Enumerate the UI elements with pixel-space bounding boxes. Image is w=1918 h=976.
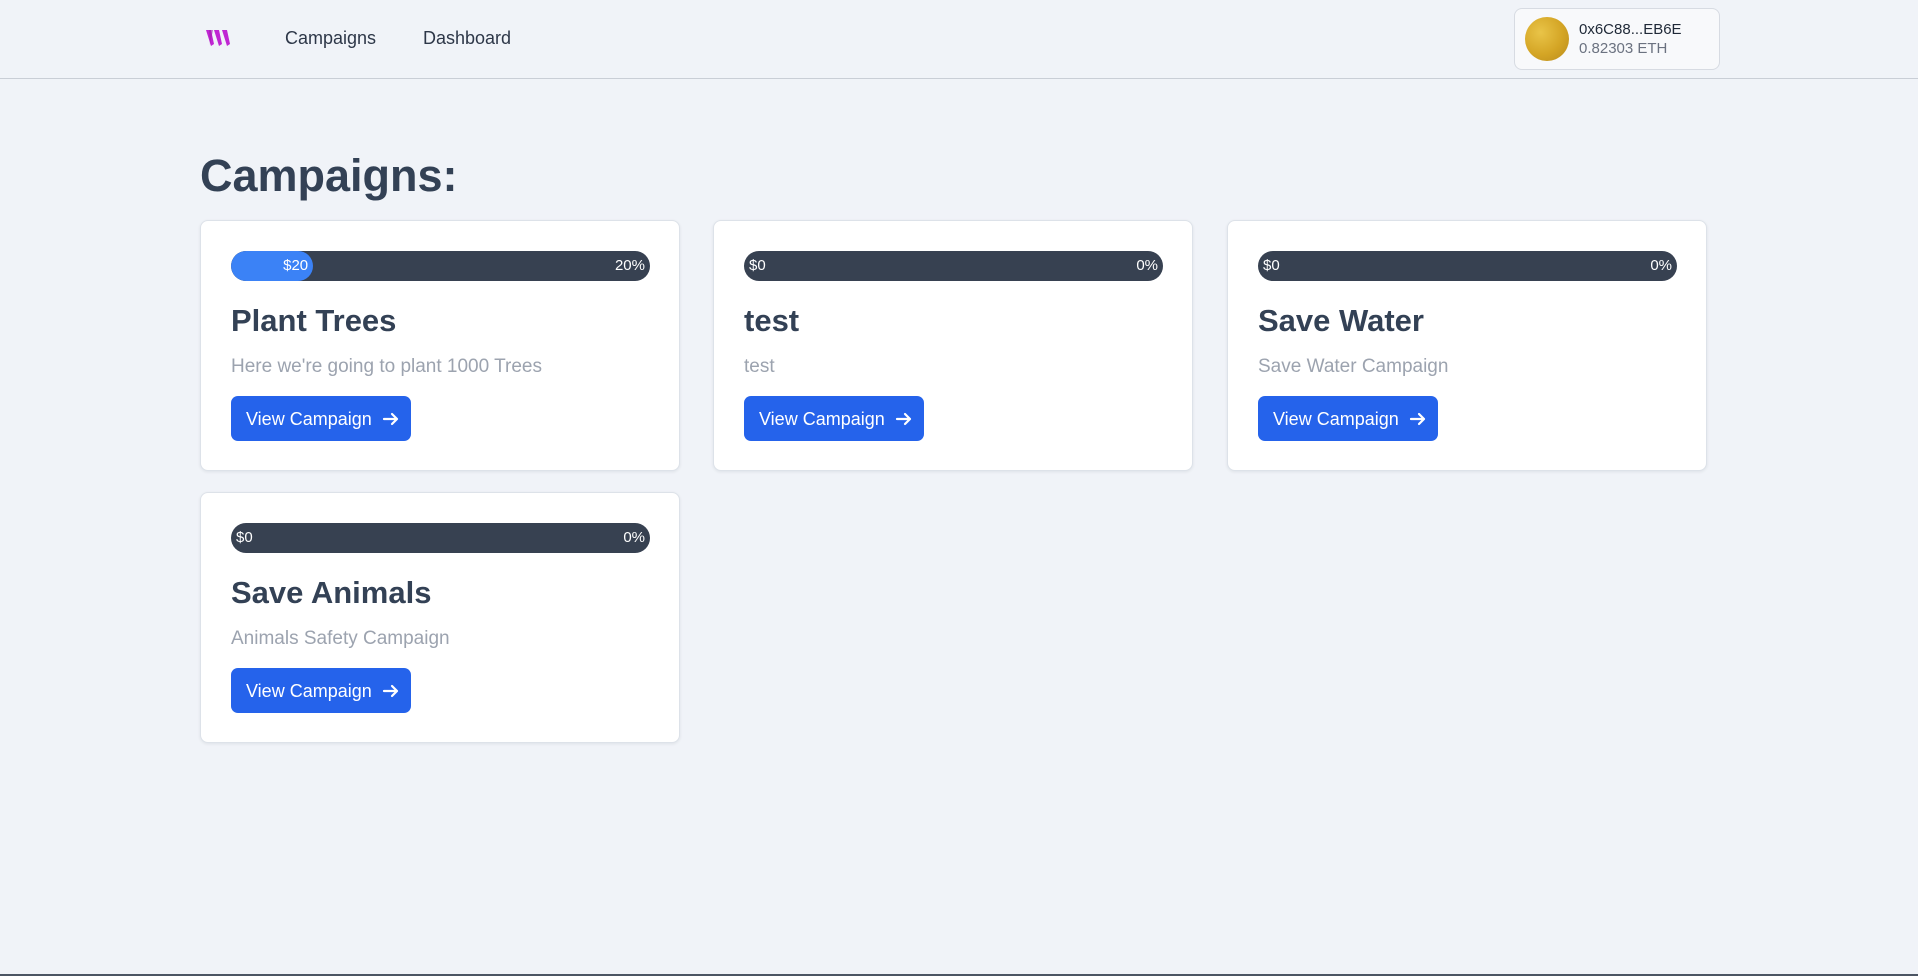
progress-bar: $0 0% xyxy=(1258,251,1677,281)
progress-amount: $0 xyxy=(1263,257,1280,274)
arrow-right-icon xyxy=(1409,411,1427,427)
campaign-title: Save Water xyxy=(1258,303,1424,338)
wallet-avatar xyxy=(1525,17,1569,61)
campaign-card: $20 20% Plant Trees Here we're going to … xyxy=(200,220,680,471)
view-campaign-label: View Campaign xyxy=(759,408,885,429)
arrow-right-icon xyxy=(382,683,400,699)
view-campaign-label: View Campaign xyxy=(246,680,372,701)
progress-amount: $0 xyxy=(749,257,766,274)
progress-percent: 20% xyxy=(614,257,645,274)
brand-logo-icon[interactable] xyxy=(204,26,236,50)
campaign-title: test xyxy=(744,303,800,338)
progress-amount: $0 xyxy=(236,529,253,546)
progress-bar: $20 20% xyxy=(231,251,650,281)
wallet-address: 0x6C88...EB6E xyxy=(1579,21,1682,38)
view-campaign-button[interactable]: View Campaign xyxy=(1258,396,1438,441)
progress-percent: 0% xyxy=(1650,257,1672,274)
arrow-right-icon xyxy=(895,411,913,427)
campaign-description: Save Water Campaign xyxy=(1258,356,1449,377)
progress-percent: 0% xyxy=(1136,257,1158,274)
campaign-card: $0 0% Save Water Save Water Campaign Vie… xyxy=(1227,220,1707,471)
view-campaign-label: View Campaign xyxy=(246,408,372,429)
navbar: Campaigns Dashboard 0x6C88...EB6E 0.8230… xyxy=(0,0,1918,79)
view-campaign-label: View Campaign xyxy=(1273,408,1399,429)
campaign-card: $0 0% test test View Campaign xyxy=(713,220,1193,471)
progress-percent: 0% xyxy=(623,529,645,546)
progress-bar: $0 0% xyxy=(744,251,1163,281)
campaign-card: $0 0% Save Animals Animals Safety Campai… xyxy=(200,492,680,743)
progress-amount: $20 xyxy=(283,257,309,274)
nav-link-dashboard[interactable]: Dashboard xyxy=(423,27,511,49)
nav-link-campaigns[interactable]: Campaigns xyxy=(285,27,376,49)
page-title: Campaigns: xyxy=(200,150,458,201)
view-campaign-button[interactable]: View Campaign xyxy=(231,396,411,441)
arrow-right-icon xyxy=(382,411,400,427)
wallet-balance: 0.82303 ETH xyxy=(1579,40,1668,57)
wallet-button[interactable]: 0x6C88...EB6E 0.82303 ETH xyxy=(1514,8,1720,70)
campaign-title: Save Animals xyxy=(231,575,432,610)
campaign-title: Plant Trees xyxy=(231,303,397,338)
view-campaign-button[interactable]: View Campaign xyxy=(744,396,924,441)
campaign-description: Here we're going to plant 1000 Trees xyxy=(231,356,542,377)
campaign-description: Animals Safety Campaign xyxy=(231,628,450,649)
view-campaign-button[interactable]: View Campaign xyxy=(231,668,411,713)
campaign-description: test xyxy=(744,356,775,377)
progress-bar: $0 0% xyxy=(231,523,650,553)
